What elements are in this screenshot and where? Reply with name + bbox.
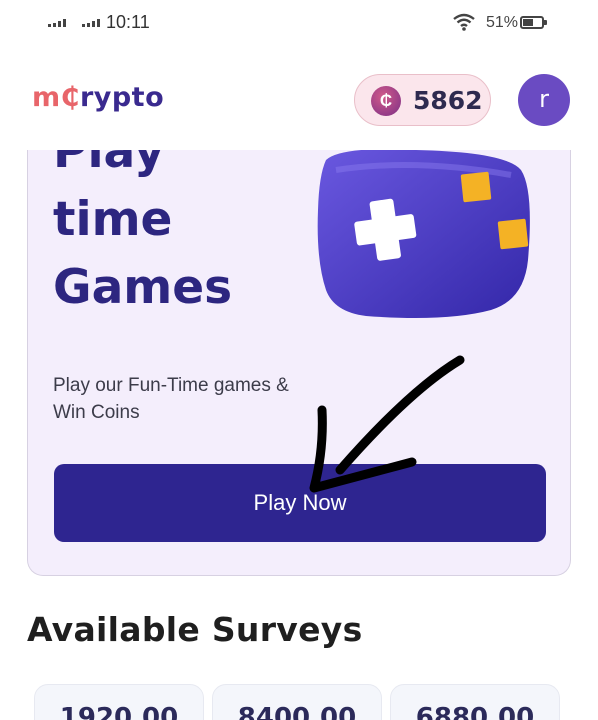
- section-title-available-surveys: Available Surveys: [27, 610, 363, 649]
- headline-line: Games: [53, 260, 233, 315]
- play-now-button[interactable]: Play Now: [54, 464, 546, 542]
- battery-percent: 51%: [486, 14, 519, 31]
- signal-icon-secondary: [82, 16, 104, 31]
- wifi-icon: [452, 12, 476, 37]
- logo-rest: rypto: [79, 82, 165, 113]
- coin-balance-pill[interactable]: ₵ 5862: [354, 74, 491, 126]
- survey-reward: 6880.00: [415, 703, 535, 720]
- status-bar: 10:11 51%: [0, 0, 598, 46]
- headline-line: time: [53, 192, 173, 247]
- survey-reward: 8400.00: [237, 703, 357, 720]
- survey-card[interactable]: 1920.00: [34, 684, 204, 720]
- banner-description: Play our Fun-Time games & Win Coins: [53, 375, 289, 423]
- gamepad-icon: [317, 150, 530, 318]
- banner-headline: Play time Games: [53, 150, 232, 322]
- headline-line: Play: [53, 150, 165, 179]
- logo-c: ₵: [60, 82, 80, 113]
- survey-card[interactable]: 8400.00: [212, 684, 382, 720]
- coin-balance: 5862: [413, 86, 483, 115]
- app-logo[interactable]: m₵rypto: [32, 82, 164, 113]
- survey-reward: 1920.00: [59, 703, 179, 720]
- avatar[interactable]: r: [518, 74, 570, 126]
- status-time: 10:11: [106, 12, 150, 32]
- signal-icon: [48, 16, 70, 31]
- logo-m: m: [32, 82, 61, 113]
- app-header: m₵rypto ₵ 5862 r: [0, 60, 598, 140]
- games-banner: Play time Games Play our Fun-Time games …: [27, 150, 571, 576]
- battery-icon: [520, 16, 547, 29]
- coin-icon: ₵: [371, 86, 401, 116]
- survey-card[interactable]: 6880.00: [390, 684, 560, 720]
